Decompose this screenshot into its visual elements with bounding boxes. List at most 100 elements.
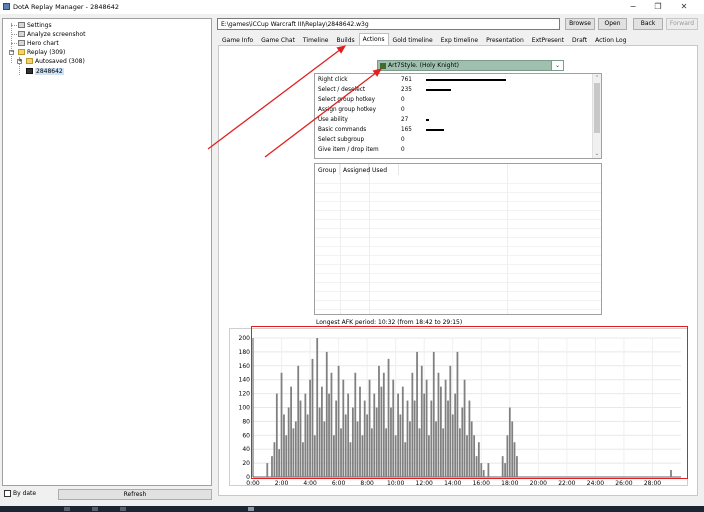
chart-bar	[382, 372, 385, 477]
chart-bar	[349, 442, 352, 477]
chart-bar	[283, 414, 285, 477]
tab-actions[interactable]: Actions	[358, 33, 389, 45]
maximize-button[interactable]: ❐	[647, 1, 669, 13]
scrollbar-thumb[interactable]	[594, 83, 600, 133]
tab-exp-timeline[interactable]: Exp timeline	[437, 35, 482, 45]
minimize-button[interactable]: −	[622, 1, 644, 13]
longest-afk-text: Longest AFK period: 10:32 (from 18:42 to…	[316, 319, 463, 326]
chart-bar	[361, 435, 364, 477]
list-item: Right click 761	[318, 76, 588, 86]
tab-game-chat[interactable]: Game Chat	[257, 35, 299, 45]
column-header-used[interactable]: Used	[369, 164, 399, 175]
taskbar-app-icon[interactable]	[248, 507, 254, 511]
chart-bar	[337, 365, 340, 477]
tab-builds[interactable]: Builds	[332, 35, 358, 45]
settings-icon	[18, 22, 25, 28]
chart-bar	[432, 351, 435, 477]
refresh-button[interactable]: Refresh	[58, 489, 212, 500]
chart-bar	[390, 407, 392, 477]
column-header-group[interactable]: Group	[315, 164, 340, 175]
chart-bar	[447, 400, 449, 477]
screenshot-icon	[18, 31, 25, 37]
scroll-up-icon[interactable]: ⌃	[593, 74, 601, 82]
tab-gold-timeline[interactable]: Gold timeline	[389, 35, 437, 45]
tree-item-replay[interactable]: Replay (309)	[18, 48, 65, 56]
by-date-checkbox[interactable]	[4, 490, 11, 497]
collapse-replay-expander[interactable]: −	[9, 50, 14, 55]
taskbar-app-icon[interactable]	[120, 507, 126, 511]
player-select[interactable]: Art7Style. (Holy Knight) ⌄	[377, 60, 564, 71]
chart-bar	[380, 386, 383, 477]
chart-bar	[373, 393, 376, 477]
open-button[interactable]: Open	[598, 18, 627, 30]
chart-bar	[454, 393, 457, 477]
chart-bar	[321, 386, 323, 477]
x-tick-label: 20:00	[530, 480, 547, 486]
chart-bar	[299, 400, 302, 477]
x-tick-label: 18:00	[501, 480, 518, 486]
scroll-down-icon[interactable]: ⌄	[593, 150, 601, 158]
expand-autosaved-expander[interactable]: +	[17, 59, 22, 64]
tab-action-log[interactable]: Action Log	[591, 35, 630, 45]
hero-portrait-icon	[380, 63, 386, 69]
tree-line	[11, 34, 17, 35]
tree-line	[11, 43, 17, 44]
browse-button[interactable]: Browse	[565, 18, 595, 30]
chart-bar	[409, 421, 411, 477]
tab-game-info[interactable]: Game Info	[218, 35, 257, 45]
tab-draft[interactable]: Draft	[568, 35, 591, 45]
close-button[interactable]: ✕	[673, 1, 695, 13]
action-count: 761	[401, 77, 412, 83]
chart-bar	[290, 386, 292, 477]
column-header-assigned[interactable]: Assigned	[340, 164, 370, 175]
chevron-down-icon[interactable]: ⌄	[551, 61, 563, 70]
chart-bar	[451, 414, 454, 477]
chart-bar	[516, 456, 518, 477]
tree-item-label: Replay (309)	[27, 48, 66, 56]
x-tick-label: 22:00	[558, 480, 575, 486]
chart-bar	[368, 379, 371, 477]
by-date-option[interactable]: By date	[4, 490, 36, 497]
x-tick-label: 14:00	[444, 480, 461, 486]
action-name: Use ability	[318, 117, 348, 123]
taskbar-app-icon[interactable]	[92, 507, 98, 511]
chart-bar	[399, 414, 402, 477]
back-button[interactable]: Back	[633, 18, 663, 30]
x-tick-label: 6:00	[332, 480, 346, 486]
chart-bar	[397, 393, 399, 477]
actions-list[interactable]: Right click 761 Select / deselect 235 Se…	[314, 73, 602, 159]
action-bar	[426, 79, 506, 81]
apm-chart: 0204060801001201401601802000:00 2:00 4:00 6…	[239, 335, 681, 486]
tab-extpresent[interactable]: ExtPresent	[528, 35, 568, 45]
tree-item-autosaved[interactable]: Autosaved (308)	[26, 57, 85, 65]
tree-item-hero-chart[interactable]: Hero chart	[18, 39, 59, 47]
y-tick-label: 140	[239, 377, 251, 384]
chart-bar	[404, 442, 407, 477]
tree-item-replay-file[interactable]: 2848642	[26, 67, 64, 75]
tree-item-settings[interactable]: Settings	[18, 21, 52, 29]
forward-button[interactable]: Forward	[666, 18, 698, 30]
replay-file-icon	[26, 68, 33, 74]
chart-bar	[366, 414, 369, 477]
chart-bar	[292, 428, 295, 477]
replay-path-field[interactable]: E:\games\iCCup Warcraft III\Replay\28486…	[217, 18, 560, 30]
tab-presentation[interactable]: Presentation	[482, 35, 528, 45]
chart-bar	[285, 435, 288, 477]
chart-bar	[458, 428, 461, 477]
tree-item-analyze-screenshot[interactable]: Analyze screenshot	[18, 30, 85, 38]
chart-bar	[304, 393, 307, 477]
action-count: 27	[401, 117, 409, 123]
tree-item-label: Autosaved (308)	[35, 57, 85, 65]
replay-tree[interactable]: Settings Analyze screenshot Hero chart −…	[2, 18, 212, 486]
taskbar-app-icon[interactable]	[64, 507, 70, 511]
x-tick-label: 0:00	[246, 480, 260, 486]
actions-scrollbar[interactable]: ⌃ ⌄	[592, 74, 601, 158]
tab-timeline[interactable]: Timeline	[299, 35, 333, 45]
y-tick-label: 20	[242, 460, 250, 467]
chart-bar	[670, 470, 672, 477]
by-date-label: By date	[13, 490, 37, 497]
chart-bar	[375, 407, 378, 477]
chart-bar	[354, 372, 357, 477]
group-hotkey-table[interactable]: Group Assigned Used	[314, 163, 602, 315]
chart-bar	[340, 428, 342, 477]
